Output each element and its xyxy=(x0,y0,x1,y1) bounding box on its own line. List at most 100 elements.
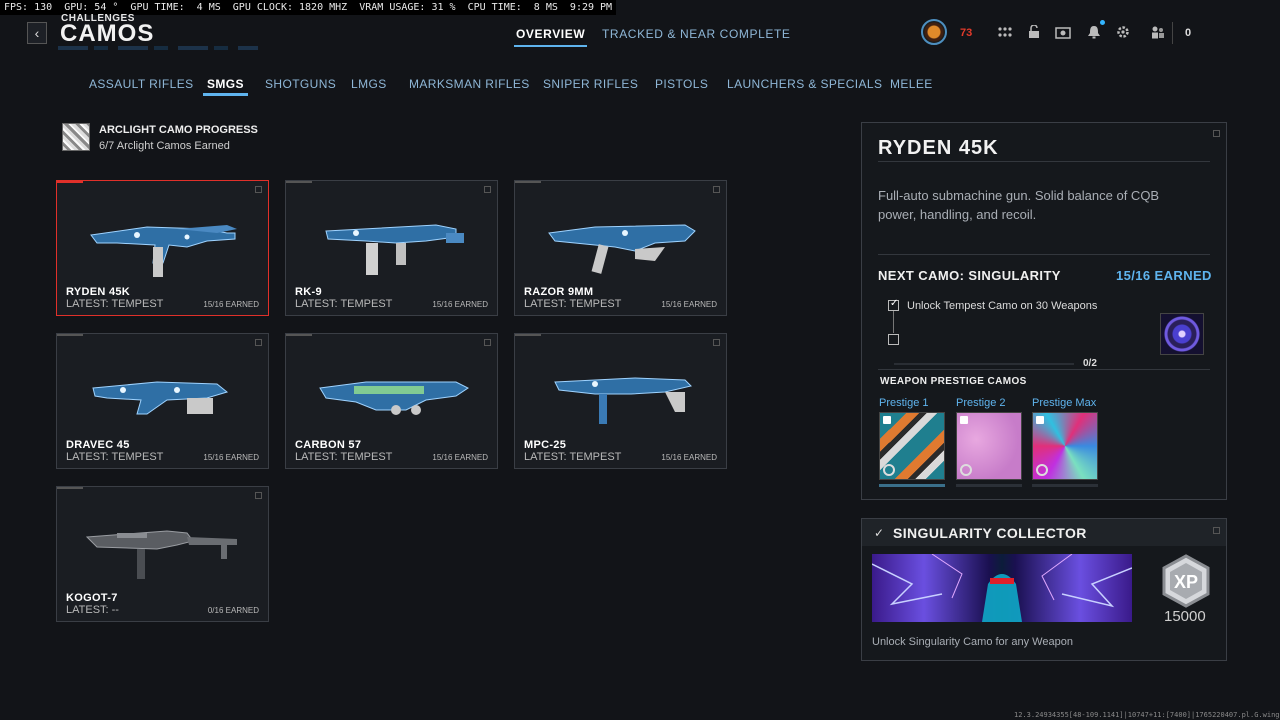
card-top-accent xyxy=(57,181,83,183)
calling-card-art xyxy=(872,554,1132,622)
friends-icon[interactable] xyxy=(1150,25,1166,39)
prestige-max-label: Prestige Max xyxy=(1032,397,1097,409)
category-melee[interactable]: MELEE xyxy=(890,77,933,91)
card-corner-icon xyxy=(255,339,262,346)
prestige-max-camo[interactable] xyxy=(1032,412,1098,480)
weapon-camos-earned: 15/16 EARNED xyxy=(661,453,717,462)
panel-corner-icon xyxy=(1213,130,1220,137)
weapon-latest-camo: LATEST: TEMPEST xyxy=(295,298,393,310)
card-top-accent xyxy=(286,334,312,336)
weapon-camos-earned: 0/16 EARNED xyxy=(207,606,259,615)
page-title: CAMOS xyxy=(60,20,155,47)
weapon-card-ryden-45k[interactable]: RYDEN 45K LATEST: TEMPEST 15/16 EARNED xyxy=(56,180,269,316)
category-smgs[interactable]: SMGS xyxy=(203,77,248,96)
tab-tracked-near-complete[interactable]: TRACKED & NEAR COMPLETE xyxy=(602,27,791,41)
build-version: 12.3.24934355[48-109.1141]|10747+11:[740… xyxy=(1014,711,1280,719)
panel-corner-icon xyxy=(1213,527,1220,534)
card-top-accent xyxy=(286,181,312,183)
notification-dot xyxy=(1100,20,1105,25)
weapon-card-mpc-25[interactable]: MPC-25 LATEST: TEMPEST 15/16 EARNED xyxy=(514,333,727,469)
weapon-name: RYDEN 45K xyxy=(66,286,131,298)
next-camo-earned: 15/16 EARNED xyxy=(1116,268,1212,283)
prestige-max-bar xyxy=(1032,484,1098,487)
weapon-card-razor-9mm[interactable]: RAZOR 9MM LATEST: TEMPEST 15/16 EARNED xyxy=(514,180,727,316)
svg-text:XP: XP xyxy=(1174,572,1198,592)
arclight-camo-icon xyxy=(62,123,90,151)
player-level-badge[interactable] xyxy=(921,19,947,45)
tab-overview[interactable]: OVERVIEW xyxy=(513,27,588,47)
prestige-icon xyxy=(883,464,895,476)
category-sniper-rifles[interactable]: SNIPER RIFLES xyxy=(543,77,638,91)
bell-icon[interactable] xyxy=(1086,25,1102,39)
weapon-latest-camo: LATEST: TEMPEST xyxy=(295,451,393,463)
weapon-card-carbon-57[interactable]: CARBON 57 LATEST: TEMPEST 15/16 EARNED xyxy=(285,333,498,469)
weapon-camos-earned: 15/16 EARNED xyxy=(661,300,717,309)
collector-calling-card xyxy=(872,554,1132,622)
weapon-name: KOGOT-7 xyxy=(66,592,118,604)
weapon-name: RAZOR 9MM xyxy=(524,286,594,298)
weapon-camos-earned: 15/16 EARNED xyxy=(203,300,259,309)
currency-count: 0 xyxy=(1185,27,1192,39)
back-button[interactable]: ‹ xyxy=(27,22,47,44)
weapon-name: RK-9 xyxy=(295,286,322,298)
player-level: 73 xyxy=(960,27,973,39)
check-icon: ✓ xyxy=(874,526,885,540)
weapon-name: CARBON 57 xyxy=(295,439,362,451)
prestige-1-bar xyxy=(879,484,945,487)
card-top-accent xyxy=(57,487,83,489)
weapon-latest-camo: LATEST: -- xyxy=(66,604,119,616)
challenge-checkbox-2[interactable] xyxy=(888,334,899,345)
weapon-latest-camo: LATEST: TEMPEST xyxy=(66,451,164,463)
category-pistols[interactable]: PISTOLS xyxy=(655,77,708,91)
prestige-icon xyxy=(960,464,972,476)
weapon-card-rk-9[interactable]: RK-9 LATEST: TEMPEST 15/16 EARNED xyxy=(285,180,498,316)
divider xyxy=(878,369,1210,370)
camera-icon[interactable] xyxy=(1055,25,1071,39)
weapon-name: DRAVEC 45 xyxy=(66,439,130,451)
challenge-progress-bar xyxy=(894,363,1074,365)
singularity-camo-thumbnail[interactable] xyxy=(1160,313,1204,355)
xp-reward-amount: 15000 xyxy=(1164,608,1206,625)
prestige-1-label: Prestige 1 xyxy=(879,397,929,409)
detail-weapon-name: RYDEN 45K xyxy=(878,137,999,159)
next-camo-label: NEXT CAMO: SINGULARITY xyxy=(878,268,1061,283)
card-corner-icon xyxy=(484,339,491,346)
card-top-accent xyxy=(515,181,541,183)
weapon-name: MPC-25 xyxy=(524,439,567,451)
weapon-latest-camo: LATEST: TEMPEST xyxy=(524,451,622,463)
weapon-card-dravec-45[interactable]: DRAVEC 45 LATEST: TEMPEST 15/16 EARNED xyxy=(56,333,269,469)
prestige-1-camo[interactable] xyxy=(879,412,945,480)
card-corner-icon xyxy=(255,186,262,193)
weapon-image xyxy=(554,377,692,424)
weapon-image xyxy=(548,224,696,274)
card-corner-icon xyxy=(484,186,491,193)
party-icon[interactable] xyxy=(997,25,1013,39)
divider xyxy=(878,254,1210,255)
category-assault-rifles[interactable]: ASSAULT RIFLES xyxy=(89,77,194,91)
card-corner-icon xyxy=(255,492,262,499)
header-separator xyxy=(1172,22,1173,44)
challenge-progress: 0/2 xyxy=(1083,358,1097,369)
collector-description: Unlock Singularity Camo for any Weapon xyxy=(872,636,1073,648)
category-shotguns[interactable]: SHOTGUNS xyxy=(265,77,336,91)
category-lmgs[interactable]: LMGS xyxy=(351,77,387,91)
prestige-2-label: Prestige 2 xyxy=(956,397,1006,409)
weapon-camos-earned: 15/16 EARNED xyxy=(432,453,488,462)
collector-title: SINGULARITY COLLECTOR xyxy=(893,525,1087,541)
weapon-card-kogot-7[interactable]: KOGOT-7 LATEST: -- 0/16 EARNED xyxy=(56,486,269,622)
category-marksman-rifles[interactable]: MARKSMAN RIFLES xyxy=(409,77,530,91)
card-top-accent xyxy=(57,334,83,336)
gear-icon[interactable] xyxy=(1115,25,1131,39)
unlock-icon[interactable] xyxy=(1026,24,1042,39)
chevron-left-icon: ‹ xyxy=(34,25,40,41)
prestige-2-camo[interactable] xyxy=(956,412,1022,480)
challenge-checkbox-1[interactable] xyxy=(888,298,899,311)
detail-weapon-description: Full-auto submachine gun. Solid balance … xyxy=(878,188,1160,222)
prestige-camos-title: WEAPON PRESTIGE CAMOS xyxy=(880,376,1027,387)
weapon-camos-earned: 15/16 EARNED xyxy=(203,453,259,462)
category-launchers-specials[interactable]: LAUNCHERS & SPECIALS xyxy=(727,77,882,91)
lock-icon xyxy=(960,416,968,424)
prestige-2-bar xyxy=(956,484,1022,487)
challenge-connector xyxy=(893,311,894,333)
weapon-image xyxy=(325,224,464,275)
